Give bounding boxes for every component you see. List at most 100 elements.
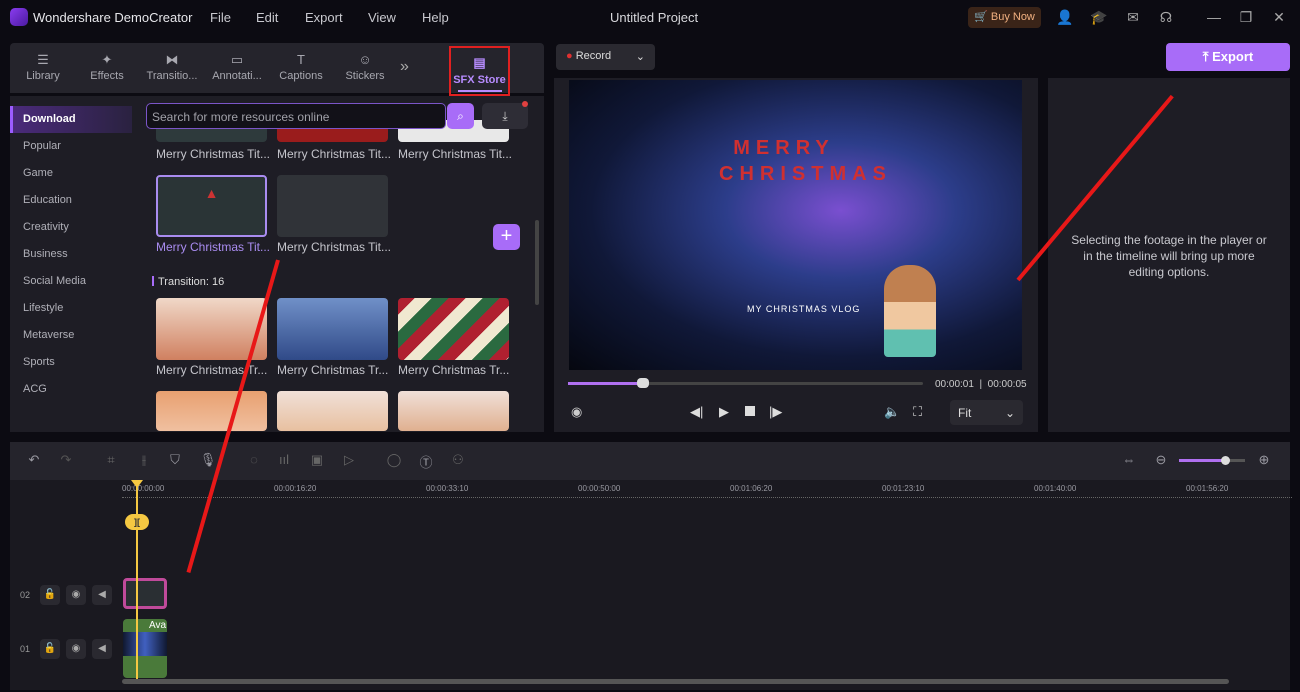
transition-thumbnail[interactable] — [277, 298, 388, 360]
tab-sfx-store[interactable]: ▤ SFX Store — [449, 46, 510, 96]
sidebar-item-business[interactable]: Business — [10, 241, 132, 268]
ruler-tick-label: 00:00:50:00 — [578, 484, 621, 493]
menu-file[interactable]: File — [210, 10, 231, 25]
headset-icon[interactable]: ☊ — [1157, 9, 1175, 27]
previous-frame-icon[interactable]: ◀| — [690, 404, 703, 420]
speed-icon[interactable]: ◌ — [245, 452, 263, 470]
eye-icon[interactable]: ◉ — [66, 585, 86, 605]
split-marker-icon[interactable]: ][ — [125, 514, 149, 530]
play-range-icon[interactable]: ▷ — [340, 452, 358, 470]
sidebar-item-sports[interactable]: Sports — [10, 349, 132, 376]
split-icon[interactable]: ⫲ — [135, 452, 153, 470]
menu-edit[interactable]: Edit — [256, 10, 278, 25]
transition-thumbnail[interactable] — [398, 298, 509, 360]
zoom-slider[interactable] — [1179, 459, 1245, 462]
tab-transitions[interactable]: ⧓ Transitio... — [141, 43, 203, 93]
transition-thumbnail[interactable] — [277, 391, 388, 431]
download-button[interactable]: ⤓ — [482, 103, 528, 129]
progress-handle[interactable] — [636, 378, 649, 388]
playhead-handle[interactable] — [131, 480, 143, 488]
menu-help[interactable]: Help — [422, 10, 449, 25]
more-tabs-icon[interactable]: » — [400, 58, 409, 76]
app-name: Wondershare DemoCreator — [33, 10, 193, 25]
cart-icon: 🛒 — [974, 11, 988, 23]
undo-icon[interactable]: ↶ — [25, 452, 43, 470]
tab-label: Effects — [90, 70, 124, 82]
record-dropdown[interactable]: ● Record ⌄ — [556, 44, 655, 70]
sidebar-item-lifestyle[interactable]: Lifestyle — [10, 295, 132, 322]
lock-icon[interactable]: 🔓 — [40, 639, 60, 659]
microphone-icon[interactable]: 🎙 — [199, 452, 217, 470]
person-icon[interactable]: ⚇ — [449, 452, 467, 470]
avatar-clip[interactable]: Ava — [123, 619, 167, 678]
volume-icon[interactable]: 🔈 — [884, 404, 900, 420]
tab-stickers[interactable]: ☺ Stickers — [334, 43, 396, 93]
app-logo — [10, 8, 28, 26]
sidebar-item-acg[interactable]: ACG — [10, 376, 132, 403]
graduation-cap-icon[interactable]: 🎓 — [1090, 9, 1108, 27]
sidebar-item-download[interactable]: Download — [10, 106, 132, 133]
close-icon[interactable]: ✕ — [1270, 9, 1288, 27]
add-button[interactable]: + — [493, 224, 520, 250]
fit-dropdown[interactable]: Fit ⌄ — [950, 400, 1023, 425]
crop-icon[interactable]: ⌗ — [102, 452, 120, 470]
search-button[interactable]: ⌕ — [447, 103, 474, 129]
fit-timeline-icon[interactable]: ⇔ — [1120, 452, 1138, 470]
transition-thumbnail[interactable] — [398, 391, 509, 431]
menu-view[interactable]: View — [368, 10, 396, 25]
speaker-icon[interactable]: ◀ — [92, 639, 112, 659]
video-preview[interactable]: MERRY CHRISTMAS MY CHRISTMAS VLOG — [569, 80, 1022, 370]
stop-icon[interactable] — [745, 406, 755, 416]
text-to-speech-icon[interactable]: Ⓣ — [417, 452, 435, 470]
search-input[interactable]: Search for more resources online — [146, 103, 446, 129]
play-icon[interactable]: ▶ — [719, 404, 729, 420]
menu-export[interactable]: Export — [305, 10, 343, 25]
fullscreen-icon[interactable]: ⛶ — [913, 404, 922, 420]
title-thumbnail-selected[interactable]: ▲ — [156, 175, 267, 237]
ruler-tick-label: 00:01:56:20 — [1186, 484, 1229, 493]
tab-label: SFX Store — [453, 74, 506, 86]
sidebar-item-education[interactable]: Education — [10, 187, 132, 214]
mail-icon[interactable]: ✉ — [1124, 9, 1142, 27]
next-frame-icon[interactable]: |▶ — [769, 404, 782, 420]
sidebar-item-metaverse[interactable]: Metaverse — [10, 322, 132, 349]
tab-captions[interactable]: T Captions — [270, 43, 332, 93]
mark-icon[interactable]: ⛉ — [166, 452, 184, 470]
title-clip[interactable] — [123, 578, 167, 609]
title-thumbnail[interactable] — [277, 175, 388, 237]
export-button[interactable]: ⤒ Export — [1166, 43, 1290, 71]
tab-effects[interactable]: ✦ Effects — [76, 43, 138, 93]
tab-annotations[interactable]: ▭ Annotati... — [206, 43, 268, 93]
zoom-in-icon[interactable]: ⊕ — [1255, 452, 1273, 470]
screenshot-icon[interactable]: ◉ — [571, 404, 582, 420]
progress-track[interactable] — [568, 382, 923, 385]
buy-now-button[interactable]: 🛒 Buy Now — [968, 7, 1041, 28]
ruler-tick-label: 00:00:33:10 — [426, 484, 469, 493]
transition-thumbnail[interactable] — [156, 391, 267, 431]
sidebar-item-game[interactable]: Game — [10, 160, 132, 187]
zoom-out-icon[interactable]: ⊖ — [1152, 452, 1170, 470]
eye-icon[interactable]: ◉ — [66, 639, 86, 659]
maximize-icon[interactable]: ❐ — [1237, 9, 1255, 27]
audio-icon[interactable]: ııl — [275, 452, 293, 470]
captions-icon: T — [297, 52, 305, 67]
freeze-frame-icon[interactable]: ▣ — [308, 452, 326, 470]
timeline-scrollbar[interactable] — [122, 679, 1229, 684]
scrollbar[interactable] — [535, 220, 539, 305]
search-icon: ⌕ — [457, 109, 464, 123]
sticker-icon: ☺ — [358, 52, 372, 67]
user-icon[interactable]: 👤 — [1056, 9, 1074, 27]
tab-library[interactable]: ☰ Library — [12, 43, 74, 93]
sidebar-item-creativity[interactable]: Creativity — [10, 214, 132, 241]
speaker-icon[interactable]: ◀ — [92, 585, 112, 605]
ai-icon[interactable]: ◯ — [385, 452, 403, 470]
transition-section-header: Transition: 16 — [158, 276, 225, 288]
redo-icon[interactable]: ↷ — [57, 452, 75, 470]
lock-icon[interactable]: 🔓 — [40, 585, 60, 605]
minimize-icon[interactable]: — — [1205, 9, 1223, 27]
sidebar-item-popular[interactable]: Popular — [10, 133, 132, 160]
time-display: 00:00:01 | 00:00:05 — [935, 379, 1027, 390]
title-caption: Merry Christmas Tit... — [156, 147, 271, 161]
sidebar-item-social-media[interactable]: Social Media — [10, 268, 132, 295]
fit-label: Fit — [958, 406, 972, 420]
